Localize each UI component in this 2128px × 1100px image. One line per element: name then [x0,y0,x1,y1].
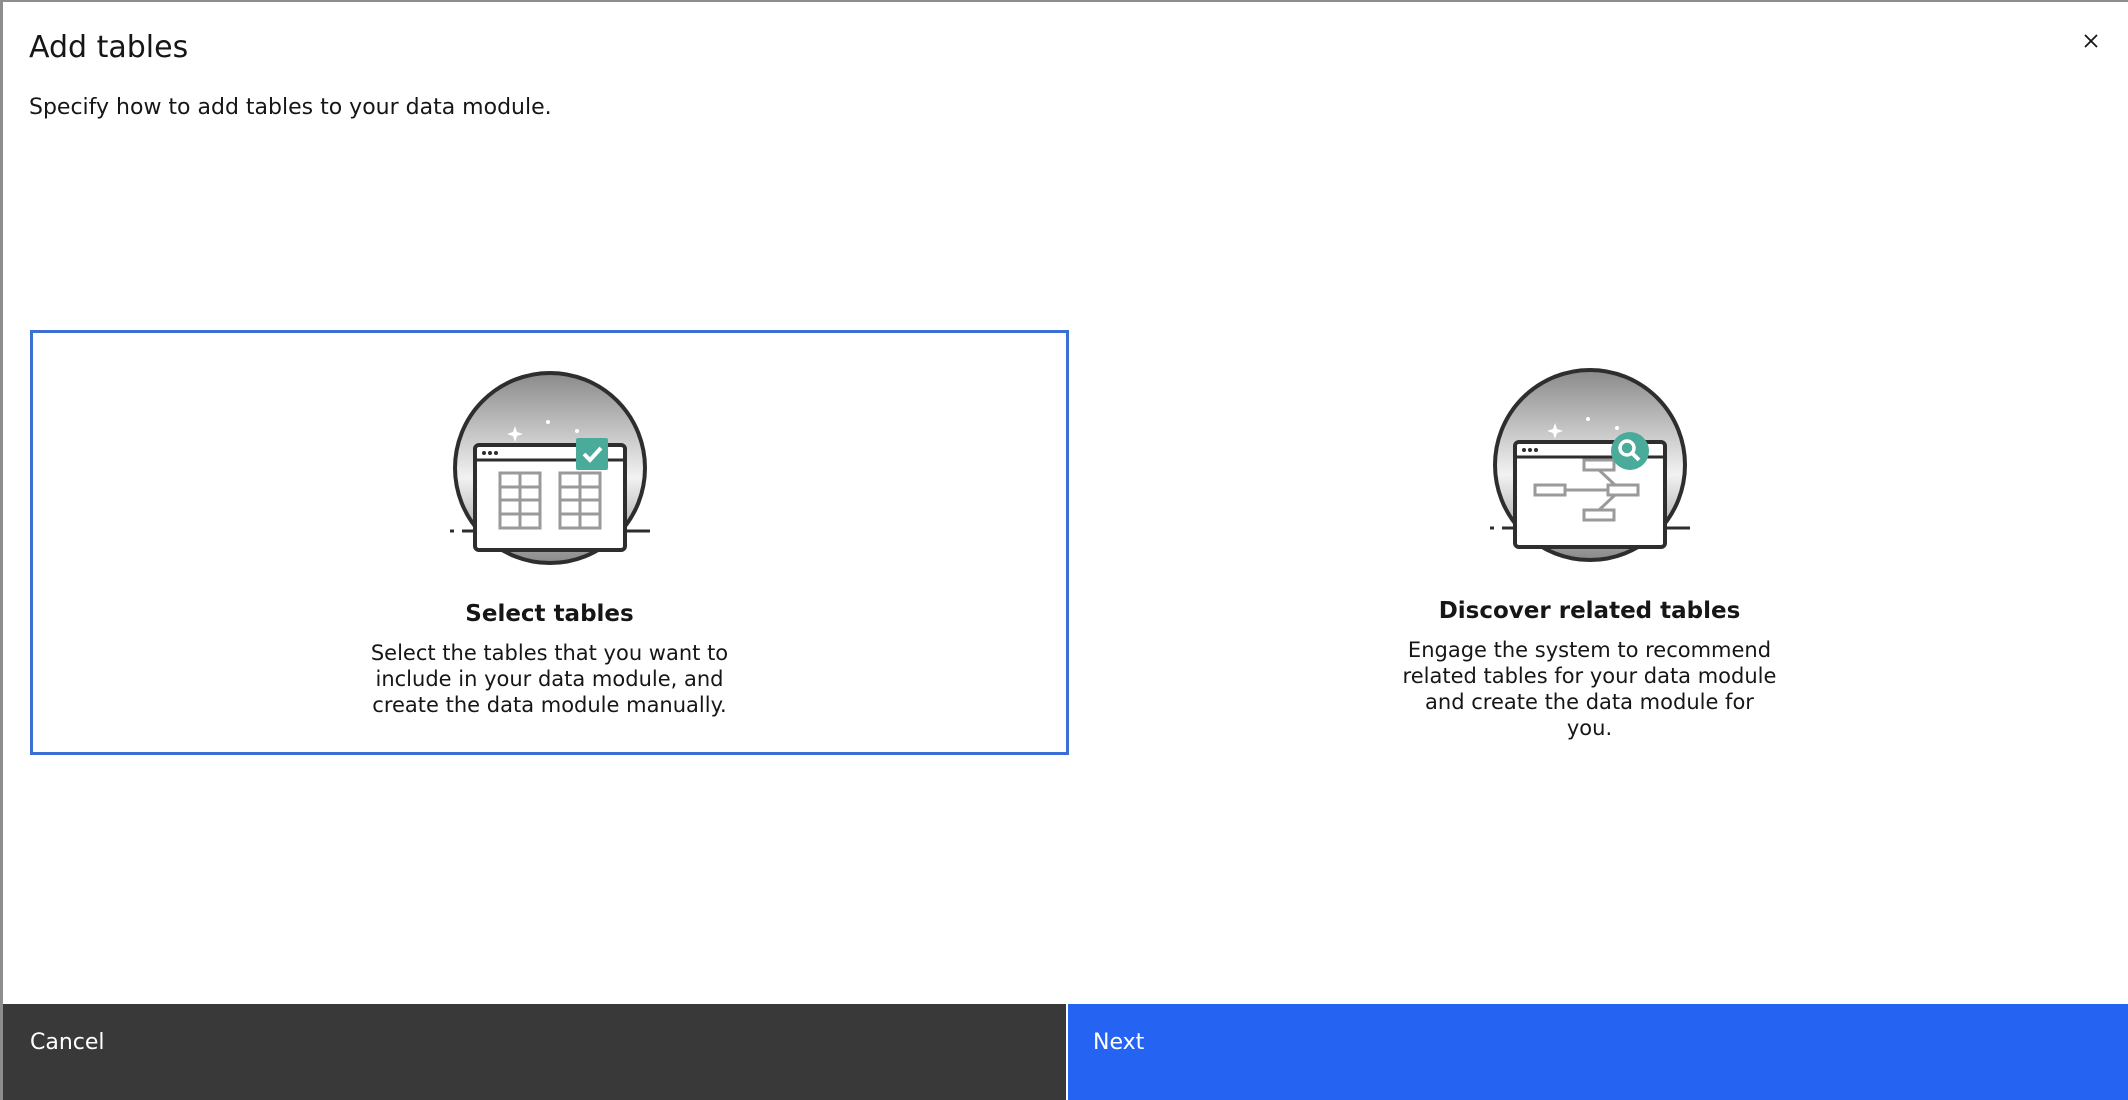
option-select-tables[interactable]: Select tables Select the tables that you… [30,330,1069,755]
dialog-footer: Cancel Next [3,1004,2128,1100]
cancel-button[interactable]: Cancel [3,1004,1068,1100]
add-tables-dialog: Add tables Specify how to add tables to … [0,0,2128,1100]
dialog-title: Add tables [29,30,189,65]
option-discover-related-tables[interactable]: Discover related tables Engage the syste… [1070,330,2109,755]
option-title: Discover related tables [1438,598,1741,624]
dialog-subtitle: Specify how to add tables to your data m… [29,95,552,120]
option-title: Select tables [465,601,634,627]
close-icon [2084,34,2098,48]
option-description: Engage the system to recommend related t… [1402,638,1777,740]
option-description: Select the tables that you want to inclu… [370,641,729,717]
close-button[interactable] [2076,26,2106,56]
discover-tables-icon [1489,368,1690,562]
table-select-icon [449,371,650,565]
next-button[interactable]: Next [1068,1004,2128,1100]
